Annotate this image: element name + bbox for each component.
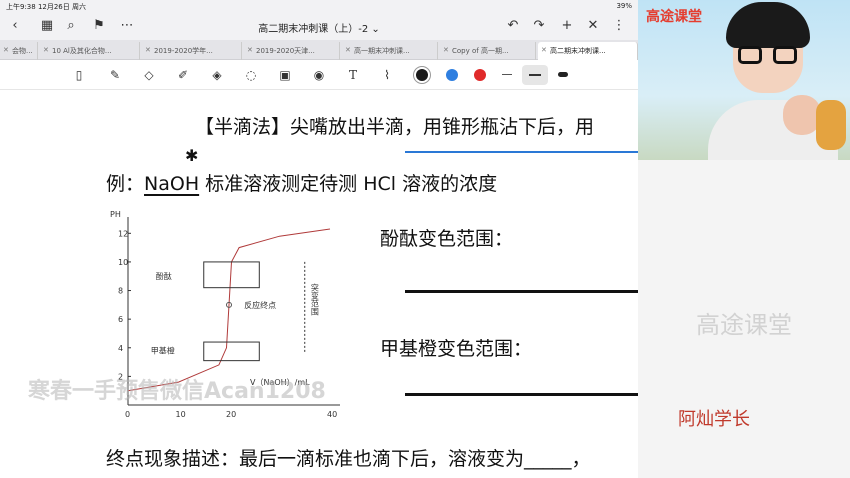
- jump-annotation: 突变范围: [310, 282, 319, 316]
- color-red[interactable]: [474, 69, 486, 81]
- tab-close-icon[interactable]: ✕: [443, 46, 449, 54]
- endpoint-annotation: 反应终点: [244, 300, 276, 310]
- phenol-range-label: 酚酞变色范围：: [380, 228, 514, 250]
- more-vertical-icon[interactable]: ⋮: [610, 18, 628, 33]
- teacher-video: 高途课堂: [638, 0, 850, 160]
- brand-logo: 高途课堂: [646, 9, 702, 25]
- x-tick-label: 20: [226, 410, 236, 419]
- x-tick-label: 40: [327, 410, 337, 419]
- x-tick-label: 0: [125, 410, 130, 419]
- close-icon[interactable]: ✕: [584, 18, 602, 33]
- watermark-text: 寒春一手预售微信Acan1208: [28, 379, 326, 404]
- tab-close-icon[interactable]: ✕: [145, 46, 151, 54]
- image-icon[interactable]: ▣: [276, 67, 294, 83]
- tab-label: 10 Al及其化合物...: [52, 47, 112, 55]
- x-ticks: 0 10 20 40: [125, 410, 337, 419]
- highlighter-icon[interactable]: ✐: [174, 67, 192, 83]
- methyl-answer-line: [405, 393, 638, 396]
- thin-stroke-option[interactable]: [502, 74, 512, 75]
- title-bar: ‹ ▦ ⌕ ⚑ ⋯ 高二期末冲刺课（上）-2 ⌄ ↶ ↷ + ✕ ⋮: [0, 14, 638, 40]
- side-watermark: 高途课堂: [696, 311, 792, 339]
- ink-scribble: ✱: [185, 146, 199, 165]
- tab-label: 高一期末冲刺课...: [354, 47, 410, 55]
- tab-6[interactable]: ✕ Copy of 高一期...: [440, 42, 536, 60]
- thick-stroke-option[interactable]: [558, 72, 568, 77]
- tab-1[interactable]: ✕ 会物...: [0, 42, 38, 60]
- y-tick-label: 12: [118, 229, 128, 238]
- y-tick-label: 10: [118, 258, 128, 267]
- camera-icon[interactable]: ◉: [310, 67, 328, 83]
- status-bar: 上午9:38 12月26日 周六 39%: [0, 0, 638, 14]
- add-icon[interactable]: +: [558, 18, 576, 33]
- blue-underline: [405, 151, 638, 153]
- status-time: 上午9:38 12月26日 周六: [6, 3, 86, 11]
- half-drop-method-text: 【半滴法】尖嘴放出半滴，用锥形瓶沾下后，用: [195, 116, 595, 138]
- naoh-text: NaOH: [144, 173, 200, 195]
- tab-2[interactable]: ✕ 10 Al及其化合物...: [40, 42, 140, 60]
- tab-label: Copy of 高一期...: [452, 47, 509, 55]
- layout-icon[interactable]: ▯: [70, 67, 88, 83]
- tab-bar: ✕ 会物... ✕ 10 Al及其化合物... ✕ 2019-2020学年... ✕ 2…: [0, 40, 638, 60]
- shapes-icon[interactable]: ◈: [208, 67, 226, 83]
- phenol-answer-line: [405, 290, 638, 293]
- color-blue[interactable]: [446, 69, 458, 81]
- y-tick-label: 4: [118, 344, 123, 353]
- y-tick-label: 6: [118, 315, 123, 324]
- tab-close-icon[interactable]: ✕: [43, 46, 49, 54]
- mascot-figure: [816, 100, 846, 150]
- x-tick-label: 10: [176, 410, 186, 419]
- methyl-annotation: 甲基橙: [151, 346, 175, 356]
- tab-label: 2019-2020天津...: [256, 47, 315, 55]
- example-rest: 标准溶液测定待测 HCl 溶液的浓度: [199, 173, 498, 195]
- tab-3[interactable]: ✕ 2019-2020学年...: [142, 42, 242, 60]
- tab-close-icon[interactable]: ✕: [247, 46, 253, 54]
- titration-curve: [127, 228, 331, 392]
- lasso-icon[interactable]: ◌: [242, 67, 260, 83]
- tab-label: 2019-2020学年...: [154, 47, 213, 55]
- tab-close-icon[interactable]: ✕: [541, 46, 547, 54]
- methyl-range-box: [203, 341, 260, 362]
- teacher-panel: 高途课堂 高途课堂 阿灿学长: [638, 0, 850, 478]
- tab-label: 高二期末冲刺课...: [550, 47, 606, 55]
- tab-7-active[interactable]: ✕ 高二期末冲刺课...: [538, 42, 638, 60]
- brush-icon[interactable]: ⌇: [378, 67, 396, 83]
- battery-indicator: 39%: [616, 2, 632, 10]
- text-icon[interactable]: T: [344, 67, 362, 83]
- eraser-icon[interactable]: ◇: [140, 67, 158, 83]
- tab-4[interactable]: ✕ 2019-2020天津...: [244, 42, 340, 60]
- medium-stroke-option[interactable]: [529, 74, 541, 76]
- glasses-left: [738, 46, 762, 64]
- tab-close-icon[interactable]: ✕: [3, 46, 9, 54]
- example-prefix: 例：: [106, 173, 145, 195]
- endpoint-description: 终点现象描述：最后一滴标准也滴下后，溶液变为_____，: [106, 448, 591, 470]
- phenol-annotation: 酚酞: [156, 271, 172, 281]
- y-axis-label: PH: [110, 210, 121, 219]
- y-tick-label: 8: [118, 287, 123, 296]
- y-ticks: 24681012: [118, 229, 131, 381]
- methyl-range-label: 甲基橙变色范围：: [380, 338, 533, 360]
- color-black[interactable]: [416, 69, 428, 81]
- undo-icon[interactable]: ↶: [504, 18, 522, 33]
- drawing-toolbar: ▯ ✎ ◇ ✐ ◈ ◌ ▣ ◉ T ⌇: [0, 60, 638, 90]
- glasses-right: [773, 46, 797, 64]
- note-canvas[interactable]: 【半滴法】尖嘴放出半滴，用锥形瓶沾下后，用 ✱ 例：NaOH 标准溶液测定待测 …: [0, 90, 638, 478]
- teacher-hair: [726, 2, 810, 48]
- tab-5[interactable]: ✕ 高一期末冲刺课...: [342, 42, 438, 60]
- tab-label: 会物...: [12, 47, 33, 55]
- redo-icon[interactable]: ↷: [530, 18, 548, 33]
- example-title: 例：NaOH 标准溶液测定待测 HCl 溶液的浓度: [106, 169, 497, 196]
- notes-app: 上午9:38 12月26日 周六 39% ‹ ▦ ⌕ ⚑ ⋯ 高二期末冲刺课（上…: [0, 0, 638, 478]
- tab-close-icon[interactable]: ✕: [345, 46, 351, 54]
- teacher-name: 阿灿学长: [678, 409, 750, 430]
- pen-icon[interactable]: ✎: [106, 67, 124, 83]
